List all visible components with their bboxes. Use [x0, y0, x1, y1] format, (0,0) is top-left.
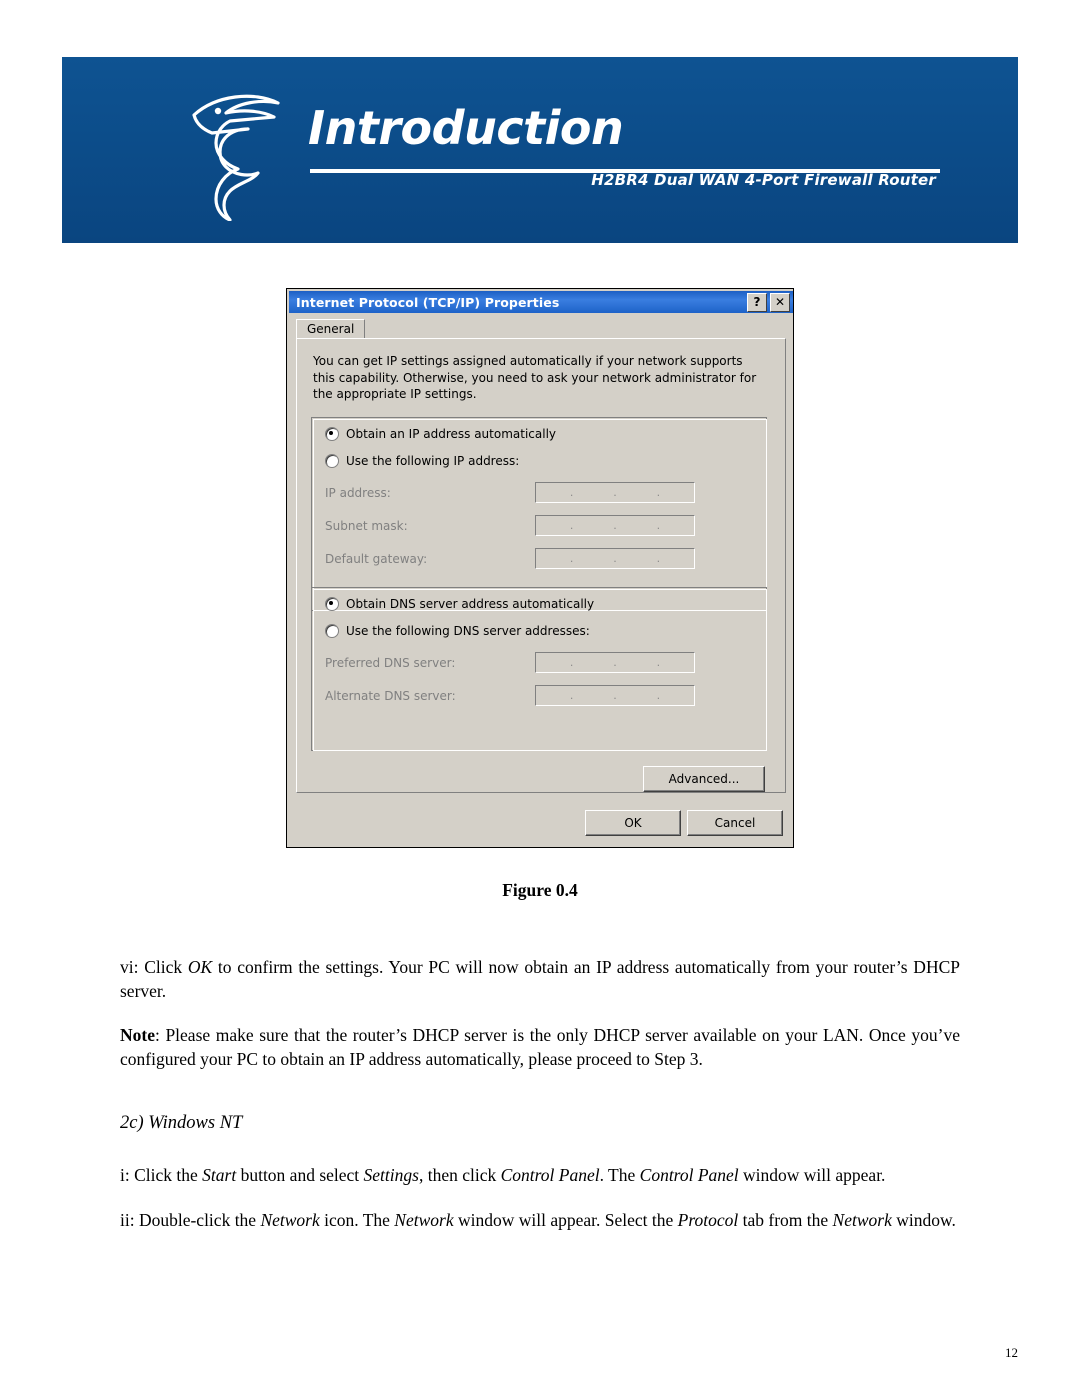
paragraph-step-vi: vi: Click OK to confirm the settings. Yo…: [120, 955, 960, 1003]
subnet-mask-label: Subnet mask:: [325, 518, 408, 533]
step-ii-network2: Network: [394, 1210, 454, 1230]
eagle-logo-icon: [192, 94, 280, 221]
figure-caption: Figure 0.4: [502, 880, 578, 900]
step-i-control-panel2: Control Panel: [639, 1165, 739, 1185]
radio-label: Use the following IP address:: [346, 454, 520, 468]
radio-use-following-ip[interactable]: Use the following IP address:: [325, 454, 519, 468]
subnet-mask-field-row: Subnet mask: . . .: [325, 515, 755, 536]
radio-obtain-ip-automatically[interactable]: Obtain an IP address automatically: [325, 427, 556, 441]
close-icon[interactable]: ✕: [770, 293, 790, 312]
dialog-title: Internet Protocol (TCP/IP) Properties: [296, 294, 560, 310]
step-i-settings: Settings: [363, 1165, 419, 1185]
step-i-e: window will appear.: [738, 1165, 886, 1185]
cancel-button[interactable]: Cancel: [687, 810, 783, 836]
step-ii-b: icon. The: [319, 1210, 395, 1230]
dot-separator: .: [569, 519, 574, 532]
ip-address-label: IP address:: [325, 485, 391, 500]
dot-separator: .: [656, 486, 661, 499]
tab-general[interactable]: General: [296, 319, 366, 339]
dot-separator: .: [656, 656, 661, 669]
paragraph-step-ii: ii: Double-click the Network icon. The N…: [120, 1208, 960, 1232]
tcpip-properties-dialog: Internet Protocol (TCP/IP) Properties ? …: [286, 288, 794, 848]
step-ii-protocol: Protocol: [677, 1210, 739, 1230]
default-gateway-field-row: Default gateway: . . .: [325, 548, 755, 569]
step-i-c: , then click: [418, 1165, 501, 1185]
step-vi-rest: to confirm the settings. Your PC will no…: [120, 957, 960, 1001]
dialog-description: You can get IP settings assigned automat…: [313, 354, 757, 401]
step-ii-network: Network: [260, 1210, 320, 1230]
help-button[interactable]: ?: [747, 293, 767, 312]
dot-separator: .: [656, 519, 661, 532]
page-number: 12: [1005, 1345, 1018, 1360]
radio-obtain-dns-automatically[interactable]: Obtain DNS server address automatically: [325, 597, 594, 611]
dot-separator: .: [613, 689, 617, 702]
dialog-titlebar[interactable]: Internet Protocol (TCP/IP) Properties ? …: [289, 291, 793, 313]
paragraph-note: Note: Please make sure that the router’s…: [120, 1023, 960, 1071]
step-ii-network3: Network: [832, 1210, 892, 1230]
banner-title: Introduction: [308, 101, 624, 155]
step-i-a: i: Click the: [120, 1165, 203, 1185]
banner-subtitle: H2BR4 Dual WAN 4-Port Firewall Router: [591, 171, 936, 189]
page-header-banner: Introduction H2BR4 Dual WAN 4-Port Firew…: [62, 57, 1018, 243]
default-gateway-label: Default gateway:: [325, 551, 428, 566]
step-ii-a: ii: Double-click the: [120, 1210, 261, 1230]
ip-settings-group: [311, 417, 767, 611]
step-i-d: . The: [599, 1165, 640, 1185]
step-ii-e: window.: [891, 1210, 956, 1230]
ok-button[interactable]: OK: [585, 810, 681, 836]
dot-separator: .: [569, 656, 574, 669]
step-ii-d: tab from the: [738, 1210, 833, 1230]
subnet-mask-input[interactable]: . . .: [535, 515, 695, 536]
radio-label: Obtain an IP address automatically: [346, 427, 557, 441]
dot-separator: .: [569, 689, 574, 702]
radio-label: Use the following DNS server addresses:: [346, 624, 590, 638]
radio-indicator: [325, 624, 339, 638]
radio-indicator: [325, 597, 339, 611]
step-vi-ok-emphasis: OK: [187, 957, 213, 977]
dot-separator: .: [569, 552, 574, 565]
preferred-dns-label: Preferred DNS server:: [325, 655, 456, 670]
step-ii-c: window will appear. Select the: [453, 1210, 678, 1230]
step-vi-prefix: vi: Click: [120, 957, 188, 977]
dot-separator: .: [656, 552, 661, 565]
dot-separator: .: [613, 519, 617, 532]
note-text: : Please make sure that the router’s DHC…: [120, 1025, 960, 1069]
dialog-tabpage: You can get IP settings assigned automat…: [296, 338, 786, 793]
radio-use-following-dns[interactable]: Use the following DNS server addresses:: [325, 624, 590, 638]
dot-separator: .: [656, 689, 661, 702]
preferred-dns-field-row: Preferred DNS server: . . .: [325, 652, 755, 673]
alternate-dns-label: Alternate DNS server:: [325, 688, 456, 703]
default-gateway-input[interactable]: . . .: [535, 548, 695, 569]
ip-address-input[interactable]: . . .: [535, 482, 695, 503]
paragraph-step-i: i: Click the Start button and select Set…: [120, 1163, 960, 1187]
alternate-dns-field-row: Alternate DNS server: . . .: [325, 685, 755, 706]
titlebar-button-group: ? ✕: [747, 293, 790, 312]
radio-indicator: [325, 427, 339, 441]
dialog-tabstrip: General: [296, 319, 786, 339]
preferred-dns-input[interactable]: . . .: [535, 652, 695, 673]
advanced-button[interactable]: Advanced...: [643, 766, 765, 792]
dot-separator: .: [569, 486, 574, 499]
step-i-b: button and select: [236, 1165, 364, 1185]
dot-separator: .: [613, 552, 617, 565]
section-heading-windows-nt: 2c) Windows NT: [120, 1113, 243, 1133]
note-label: Note: [120, 1025, 155, 1045]
step-i-control-panel: Control Panel: [500, 1165, 600, 1185]
dot-separator: .: [613, 486, 617, 499]
alternate-dns-input[interactable]: . . .: [535, 685, 695, 706]
ip-address-field-row: IP address: . . .: [325, 482, 755, 503]
step-i-start: Start: [202, 1165, 237, 1185]
dot-separator: .: [613, 656, 617, 669]
radio-indicator: [325, 454, 339, 468]
radio-label: Obtain DNS server address automatically: [346, 597, 595, 611]
